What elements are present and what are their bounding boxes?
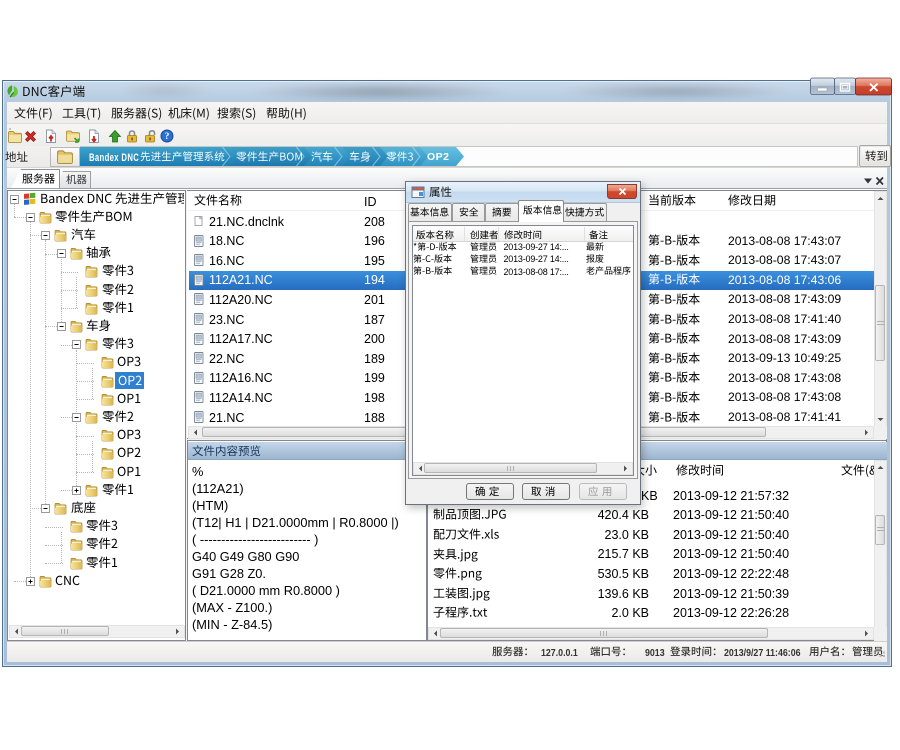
svg-text:?: ? — [165, 132, 170, 142]
